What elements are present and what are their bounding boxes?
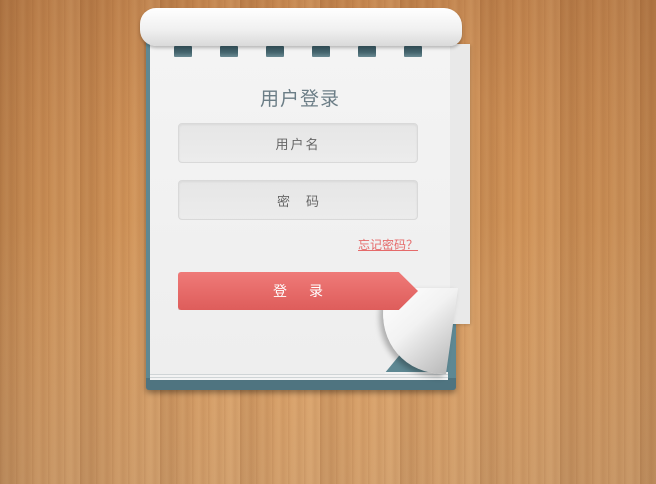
binding-ring (266, 46, 284, 57)
password-placeholder: 密码 (276, 194, 335, 210)
login-button-label: 登录 (273, 284, 345, 300)
binding-ring (220, 46, 238, 57)
binding-ring (174, 46, 192, 57)
password-input[interactable]: 密码 (178, 180, 418, 220)
forgot-password-link[interactable]: 忘记密码？ (358, 236, 418, 253)
login-title: 用户登录 (259, 88, 340, 110)
binding-ring (312, 46, 330, 57)
binding-ring (358, 46, 376, 57)
username-input[interactable]: 用户名 (178, 123, 418, 163)
binding-ring (404, 46, 422, 57)
login-button[interactable]: 登录 (178, 272, 418, 310)
username-placeholder: 用户名 (275, 137, 321, 153)
notebook-binding (140, 8, 462, 46)
